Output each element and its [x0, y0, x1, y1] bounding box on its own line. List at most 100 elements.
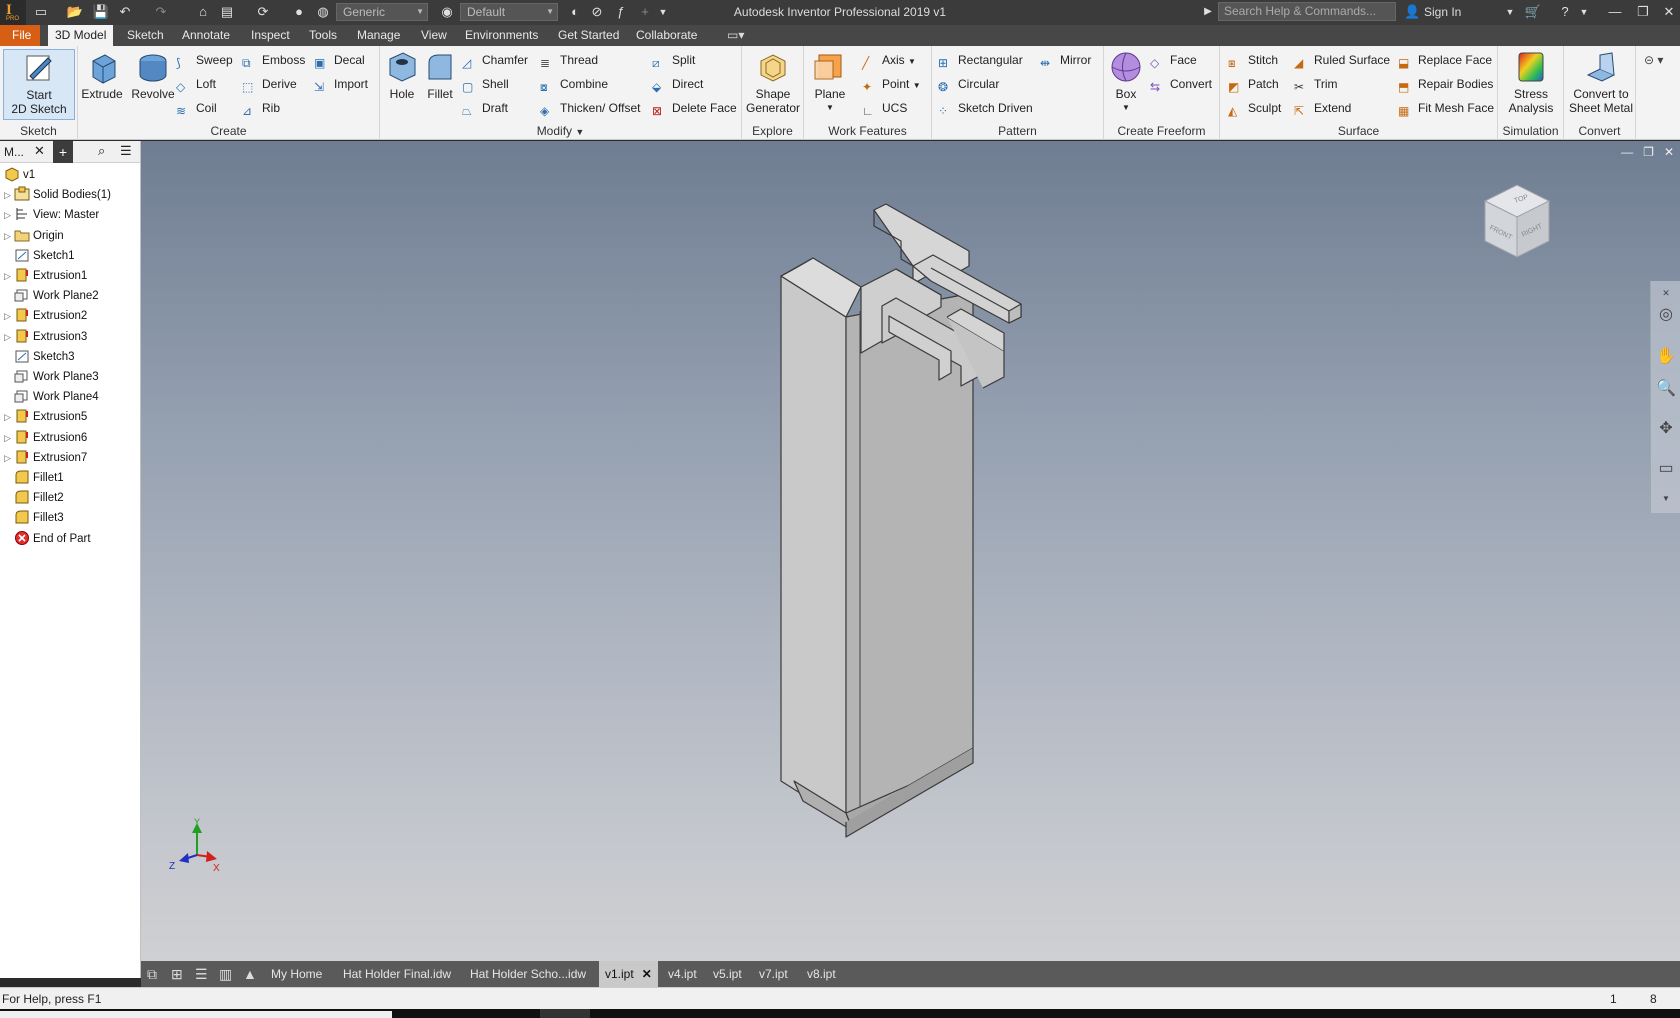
material-dropdown[interactable]: Generic ▼ [336, 3, 428, 21]
shape-generator-button[interactable]: Shape Generator [746, 49, 800, 115]
zoom-icon[interactable]: 🔍 [1656, 379, 1676, 399]
decal-button[interactable]: ▣ Decal [314, 50, 365, 70]
customize-dropdown-icon[interactable]: ▼ [656, 3, 670, 21]
ucs-button[interactable]: ∟ UCS [862, 98, 907, 118]
document-tab[interactable]: v1.ipt ✕ [599, 961, 658, 987]
expand-arrow-icon[interactable]: ▷ [4, 306, 14, 326]
chamfer-button[interactable]: ◿ Chamfer [462, 50, 528, 70]
tree-item[interactable]: ▷ Extrusion3 [0, 327, 87, 347]
expand-arrow-icon[interactable]: ▷ [4, 448, 14, 468]
box-dropdown-icon[interactable]: ▼ [1108, 101, 1144, 115]
convert-button[interactable]: ⇆ Convert [1150, 74, 1212, 94]
rectangular-pattern-button[interactable]: ⊞ Rectangular [938, 50, 1023, 70]
start-2d-sketch-button[interactable]: Start 2D Sketch [3, 49, 75, 120]
open-icon[interactable]: 📂 [66, 3, 84, 21]
tree-item[interactable]: Fillet1 [0, 468, 64, 488]
repair-bodies-button[interactable]: ⬒ Repair Bodies [1398, 74, 1493, 94]
ruled-surface-button[interactable]: ◢ Ruled Surface [1294, 50, 1390, 70]
3d-part-model[interactable] [141, 141, 1680, 961]
tab-annotate[interactable]: Annotate [175, 25, 237, 46]
expand-arrow-icon[interactable]: ▷ [4, 205, 14, 225]
axis-button[interactable]: ╱ Axis ▼ [862, 50, 916, 70]
expand-arrow-icon[interactable]: ▷ [4, 407, 14, 427]
help-dropdown-icon[interactable]: ▼ [1578, 3, 1590, 21]
browser-search-icon[interactable]: ⌕ [98, 143, 105, 159]
print-icon[interactable]: ▤ [218, 3, 236, 21]
ribbon-options-icon[interactable]: ⊝ ▾ [1644, 50, 1663, 70]
tree-item[interactable]: v1 [0, 165, 35, 185]
tree-item[interactable]: Work Plane4 [0, 387, 99, 407]
tree-item[interactable]: Fillet3 [0, 508, 64, 528]
document-tab[interactable]: v4.ipt [662, 961, 703, 987]
save-icon[interactable]: 💾 [92, 3, 110, 21]
tab-inspect[interactable]: Inspect [244, 25, 297, 46]
cascade-windows-icon[interactable]: ⧉ [147, 966, 163, 982]
search-input[interactable]: Search Help & Commands... [1218, 2, 1396, 21]
app-logo[interactable]: I PRO [0, 0, 26, 25]
tree-item[interactable]: ▷ Extrusion6 [0, 428, 87, 448]
convert-to-sheet-metal-button[interactable]: Convert to Sheet Metal [1568, 49, 1634, 115]
tab-list-icon[interactable]: ▲ [243, 966, 259, 982]
plane-dropdown-icon[interactable]: ▼ [810, 101, 850, 115]
plus-icon[interactable]: + [636, 3, 654, 21]
emboss-button[interactable]: ⧉ Emboss [242, 50, 305, 70]
measure-icon[interactable]: ● [290, 3, 308, 21]
box-button[interactable]: Box ▼ [1108, 49, 1144, 115]
hole-button[interactable]: Hole [384, 49, 420, 101]
sign-in-button[interactable]: Sign In [1424, 5, 1461, 19]
tree-item[interactable]: Sketch1 [0, 246, 75, 266]
direct-button[interactable]: ⬙ Direct [652, 74, 703, 94]
shell-button[interactable]: ▢ Shell [462, 74, 509, 94]
tree-item[interactable]: Sketch3 [0, 347, 75, 367]
tree-item[interactable]: ▷ Extrusion7 [0, 448, 87, 468]
browser-close-icon[interactable]: ✕ [34, 143, 45, 159]
stress-analysis-button[interactable]: Stress Analysis [1502, 49, 1560, 115]
expand-arrow-icon[interactable]: ▷ [4, 266, 14, 286]
navbar-customize-icon[interactable]: ▼ [1656, 489, 1676, 509]
update-icon[interactable]: ⟳ [254, 3, 272, 21]
fit-mesh-face-button[interactable]: ▦ Fit Mesh Face [1398, 98, 1494, 118]
browser-menu-icon[interactable]: ☰ [120, 143, 132, 159]
tree-item[interactable]: ▷ Extrusion1 [0, 266, 87, 286]
pan-hand-icon[interactable]: ✋ [1656, 347, 1676, 367]
tree-item[interactable]: Fillet2 [0, 488, 64, 508]
tree-item[interactable]: ▷ Origin [0, 226, 64, 246]
expand-arrow-icon[interactable]: ▷ [4, 185, 14, 205]
revolve-button[interactable]: Revolve [126, 49, 180, 101]
sketch-driven-pattern-button[interactable]: ⁘ Sketch Driven [938, 98, 1033, 118]
tree-item[interactable]: Work Plane2 [0, 286, 99, 306]
document-tab[interactable]: Hat Holder Scho...idw [464, 961, 592, 987]
rib-button[interactable]: ⊿ Rib [242, 98, 280, 118]
parameters-icon[interactable]: ƒ [612, 3, 630, 21]
stitch-button[interactable]: ⧆ Stitch [1228, 50, 1278, 70]
combine-button[interactable]: ⧇ Combine [540, 74, 608, 94]
delete-face-button[interactable]: ⊠ Delete Face [652, 98, 737, 118]
redo-icon[interactable]: ↷ [152, 3, 170, 21]
close-icon[interactable]: ✕ [1654, 2, 1680, 22]
modify-expand-icon[interactable]: ▼ [575, 127, 584, 137]
ribbon-display-toggle-icon[interactable]: ▭▾ [720, 25, 751, 46]
signin-dropdown-icon[interactable]: ▼ [1504, 3, 1516, 21]
draft-button[interactable]: ⏢ Draft [462, 98, 508, 118]
sweep-button[interactable]: ⟆ Sweep [176, 50, 233, 70]
extend-button[interactable]: ⇱ Extend [1294, 98, 1351, 118]
expand-arrow-icon[interactable]: ▷ [4, 327, 14, 347]
appearance-dropdown[interactable]: Default ▼ [460, 3, 558, 21]
tree-item[interactable]: Work Plane3 [0, 367, 99, 387]
tab-sketch[interactable]: Sketch [120, 25, 171, 46]
expand-arrow-icon[interactable]: ▷ [4, 428, 14, 448]
tab-collaborate[interactable]: Collaborate [629, 25, 704, 46]
minimize-icon[interactable]: — [1600, 2, 1630, 22]
steering-wheel-icon[interactable]: ◎ [1656, 305, 1676, 325]
document-tab[interactable]: v5.ipt [707, 961, 748, 987]
plane-button[interactable]: Plane ▼ [810, 49, 850, 115]
navbar-close-icon[interactable]: ✕ [1656, 283, 1676, 303]
taskbar-search[interactable] [0, 1011, 392, 1018]
tab-file[interactable]: File [0, 25, 40, 46]
cart-icon[interactable]: 🛒 [1524, 3, 1542, 21]
help-icon[interactable]: ? [1556, 3, 1574, 21]
circular-pattern-button[interactable]: ❂ Circular [938, 74, 999, 94]
look-at-icon[interactable]: ▭ [1656, 459, 1676, 479]
tree-item[interactable]: ▷ Solid Bodies(1) [0, 185, 111, 205]
mirror-button[interactable]: ⇹ Mirror [1040, 50, 1091, 70]
